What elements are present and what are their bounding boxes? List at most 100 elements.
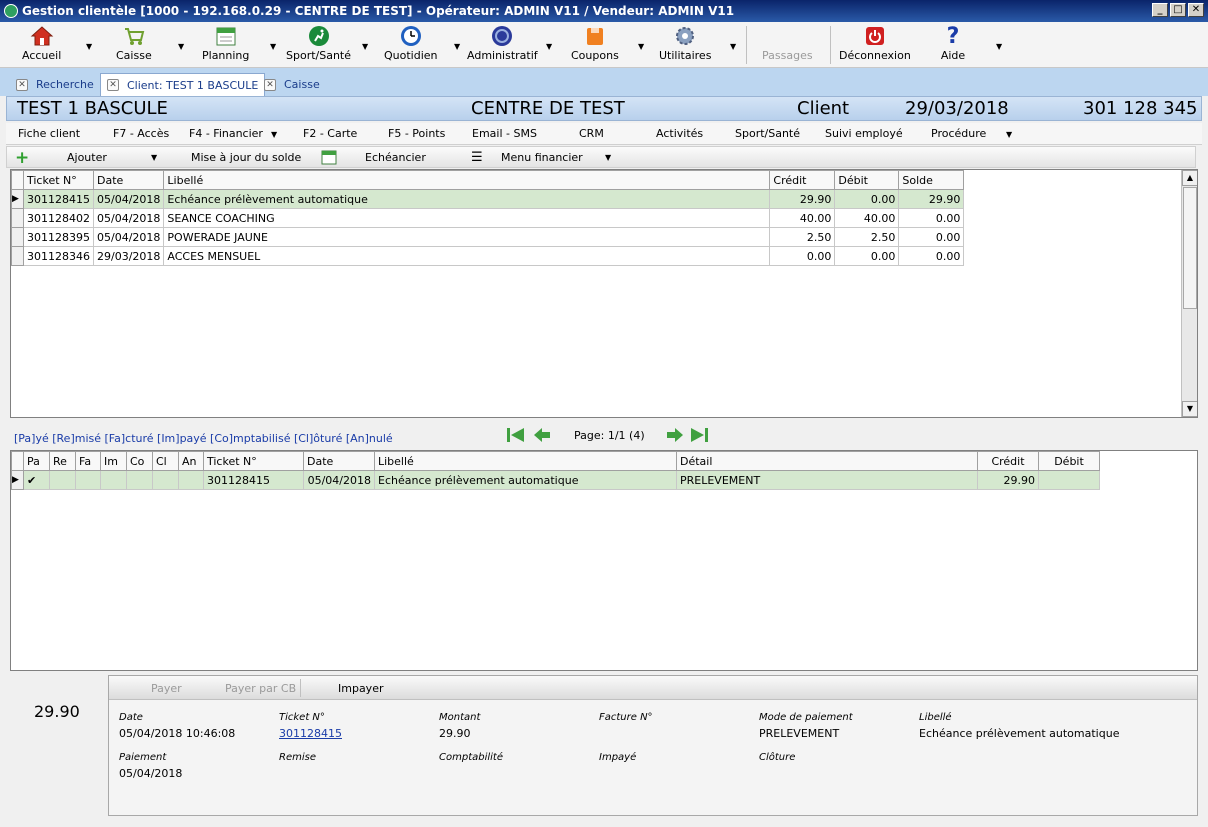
column-header[interactable]: Libellé — [374, 451, 677, 471]
tab-client[interactable]: ✕ Client: TEST 1 BASCULE — [100, 73, 266, 96]
menu-activites[interactable]: Activités — [656, 127, 703, 140]
column-header[interactable]: Débit — [1038, 451, 1100, 471]
toolbar-divider — [746, 26, 747, 64]
column-header[interactable]: An — [178, 451, 204, 471]
menu-financier-button[interactable]: Menu financier — [501, 151, 583, 164]
menu-suivi-employe[interactable]: Suivi employé — [825, 127, 903, 140]
transactions-grid[interactable]: Ticket N° Date Libellé Crédit Débit Sold… — [10, 169, 1198, 418]
table-row[interactable]: ▶ 301128415 05/04/2018 Echéance prélèvem… — [11, 189, 965, 209]
menu-email-sms[interactable]: Email - SMS — [472, 127, 537, 140]
table-row[interactable]: 301128346 29/03/2018 ACCES MENSUEL 0.00 … — [11, 246, 965, 266]
maximize-icon[interactable]: □ — [1170, 3, 1186, 17]
column-header[interactable]: Ticket N° — [23, 170, 94, 190]
column-header[interactable]: Crédit — [977, 451, 1039, 471]
accueil-dropdown-icon[interactable]: ▼ — [86, 42, 92, 51]
close-icon[interactable]: ✕ — [107, 79, 119, 91]
quotidien-button[interactable]: Quotidien — [384, 24, 438, 66]
payer-button[interactable]: Payer — [151, 682, 182, 695]
table-row[interactable]: 301128402 05/04/2018 SEANCE COACHING 40.… — [11, 208, 965, 228]
close-icon[interactable]: ✕ — [16, 78, 28, 91]
aide-button[interactable]: ? Aide — [940, 24, 966, 66]
menu-procedure[interactable]: Procédure — [931, 127, 986, 140]
payment-status-grid[interactable]: Pa Re Fa Im Co Cl An Ticket N° Date Libe… — [10, 450, 1198, 671]
column-header[interactable]: Im — [100, 451, 127, 471]
home-icon — [29, 24, 55, 48]
column-header[interactable]: Pa — [23, 451, 50, 471]
add-icon[interactable]: + — [15, 148, 29, 168]
center-name: CENTRE DE TEST — [471, 98, 625, 119]
menu-fiche-client[interactable]: Fiche client — [18, 127, 80, 140]
prev-page-icon[interactable] — [532, 426, 552, 444]
menu-sport-sante[interactable]: Sport/Santé — [735, 127, 800, 140]
column-header[interactable]: Solde — [898, 170, 965, 190]
column-header[interactable]: Co — [126, 451, 153, 471]
mode-paiement-value: PRELEVEMENT — [759, 727, 840, 740]
chevron-down-icon[interactable]: ▼ — [605, 153, 611, 162]
ajouter-button[interactable]: Ajouter — [67, 151, 107, 164]
chevron-down-icon[interactable]: ▼ — [151, 153, 157, 162]
close-icon[interactable]: ✕ — [264, 78, 276, 91]
caisse-button[interactable]: Caisse — [116, 24, 152, 66]
utilitaires-button[interactable]: Utilitaires — [659, 24, 711, 66]
deconnexion-button[interactable]: Déconnexion — [839, 24, 911, 66]
sport-sante-dropdown-icon[interactable]: ▼ — [362, 42, 368, 51]
column-header[interactable]: Ticket N° — [203, 451, 304, 471]
coupons-dropdown-icon[interactable]: ▼ — [638, 42, 644, 51]
menu-acces[interactable]: F7 - Accès — [113, 127, 169, 140]
tab-recherche[interactable]: ✕ Recherche — [10, 73, 100, 96]
minimize-icon[interactable]: _ — [1152, 3, 1168, 17]
sport-sante-button[interactable]: Sport/Santé — [286, 24, 351, 66]
ticket-link[interactable]: 301128415 — [279, 727, 342, 740]
calendar-icon — [321, 149, 337, 168]
column-header[interactable]: Fa — [75, 451, 101, 471]
planning-dropdown-icon[interactable]: ▼ — [270, 42, 276, 51]
menu-carte[interactable]: F2 - Carte — [303, 127, 357, 140]
mise-a-jour-solde-button[interactable]: Mise à jour du solde — [191, 151, 301, 164]
menu-points[interactable]: F5 - Points — [388, 127, 445, 140]
payer-cb-button[interactable]: Payer par CB — [225, 682, 296, 695]
column-header[interactable]: Re — [49, 451, 76, 471]
chevron-down-icon[interactable]: ▼ — [1006, 130, 1012, 139]
tab-caisse[interactable]: ✕ Caisse — [258, 73, 326, 96]
echeancier-button[interactable]: Echéancier — [365, 151, 426, 164]
toolbar-divider — [830, 26, 831, 64]
column-header[interactable]: Détail — [676, 451, 978, 471]
column-header[interactable]: Crédit — [769, 170, 836, 190]
column-header[interactable]: Cl — [152, 451, 179, 471]
scroll-down-icon[interactable]: ▼ — [1182, 401, 1197, 417]
passages-button[interactable]: Passages — [762, 24, 813, 66]
administratif-dropdown-icon[interactable]: ▼ — [546, 42, 552, 51]
scroll-up-icon[interactable]: ▲ — [1182, 170, 1197, 186]
impayer-button[interactable]: Impayer — [338, 682, 383, 695]
close-icon[interactable]: ✕ — [1188, 3, 1204, 17]
administratif-button[interactable]: Administratif — [467, 24, 538, 66]
admin-icon — [489, 24, 515, 48]
aide-dropdown-icon[interactable]: ▼ — [996, 42, 1002, 51]
utilitaires-dropdown-icon[interactable]: ▼ — [730, 42, 736, 51]
caisse-dropdown-icon[interactable]: ▼ — [178, 42, 184, 51]
table-row[interactable]: 301128395 05/04/2018 POWERADE JAUNE 2.50… — [11, 227, 965, 247]
quotidien-dropdown-icon[interactable]: ▼ — [454, 42, 460, 51]
menu-financier[interactable]: F4 - Financier — [189, 127, 263, 140]
vertical-scrollbar[interactable]: ▲ ▼ — [1181, 170, 1197, 417]
status-legend: [Pa]yé [Re]misé [Fa]cturé [Im]payé [Co]m… — [14, 432, 393, 445]
column-header[interactable]: Date — [92, 170, 165, 190]
payment-details-panel: Payer Payer par CB Impayer Date 05/04/20… — [108, 675, 1198, 816]
chevron-down-icon[interactable]: ▼ — [271, 130, 277, 139]
impaye-label: Impayé — [599, 752, 637, 763]
next-page-icon[interactable] — [665, 426, 685, 444]
column-header[interactable]: Libellé — [163, 170, 771, 190]
accueil-button[interactable]: Accueil — [22, 24, 61, 66]
row-indicator-icon: ▶ — [11, 470, 24, 490]
coupons-button[interactable]: Coupons — [571, 24, 619, 66]
scroll-thumb[interactable] — [1183, 187, 1197, 309]
gear-icon — [672, 24, 698, 48]
column-header[interactable]: Débit — [834, 170, 900, 190]
menu-crm[interactable]: CRM — [579, 127, 604, 140]
montant-value: 29.90 — [439, 727, 471, 740]
first-page-icon[interactable] — [506, 426, 526, 444]
planning-button[interactable]: Planning — [202, 24, 249, 66]
table-row[interactable]: ▶ ✔ 301128415 05/04/2018 Echéance prélèv… — [11, 470, 1100, 490]
last-page-icon[interactable] — [689, 426, 709, 444]
column-header[interactable]: Date — [303, 451, 375, 471]
